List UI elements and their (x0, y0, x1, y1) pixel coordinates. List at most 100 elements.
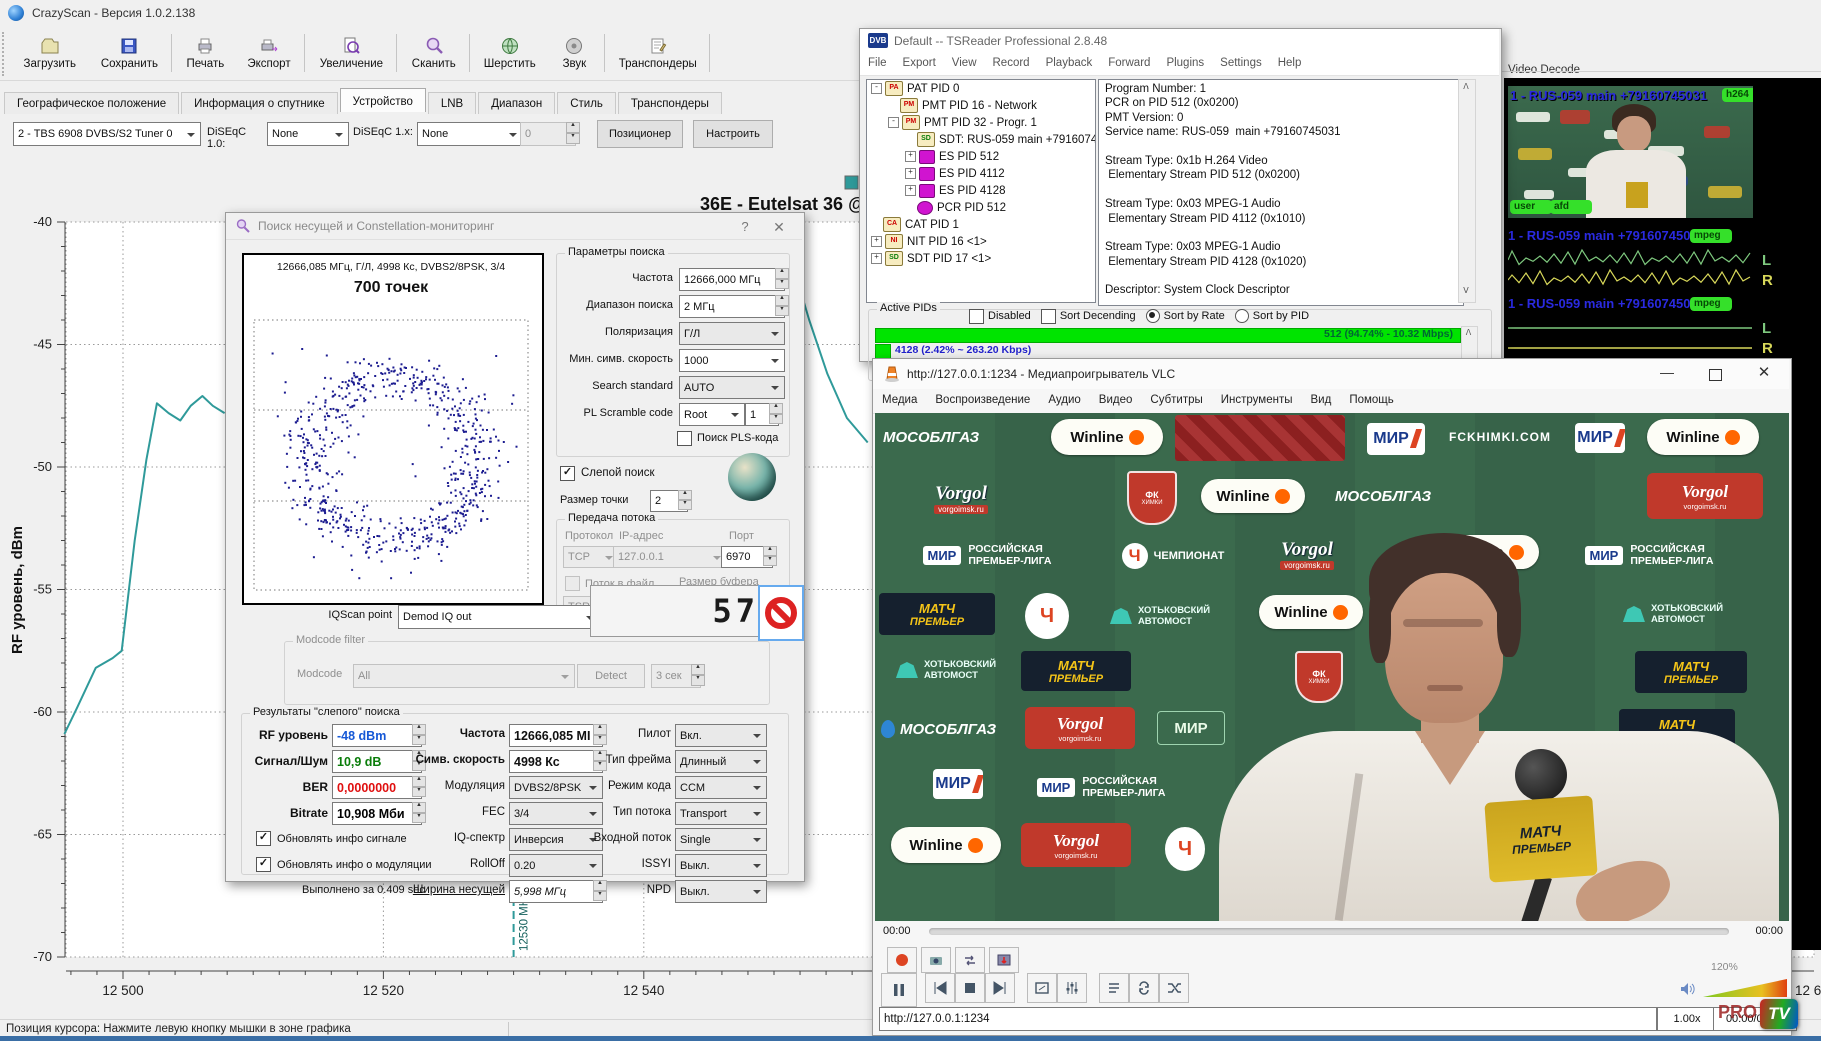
param-field-0[interactable]: 12666,000 МГц (679, 268, 785, 291)
param-spinner-0[interactable]: ▲▼ (775, 268, 789, 289)
param-extra-spinner-5[interactable]: ▲▼ (769, 403, 783, 424)
menu-playback[interactable]: Playback (1038, 53, 1101, 75)
fullscreen-button[interactable] (1027, 973, 1057, 1003)
configure-button[interactable]: Настроить (693, 120, 773, 148)
pid-bar-row[interactable]: 4128 (2.42% ~ 263.20 Kbps) (875, 344, 1459, 358)
diseqc10-select[interactable]: None (267, 122, 349, 146)
close-icon[interactable]: ✕ (1739, 359, 1789, 389)
dialog-close-button[interactable]: ✕ (764, 217, 794, 237)
dialog-titlebar[interactable]: Поиск несущей и Constellation-мониторинг… (226, 213, 802, 240)
pause-button[interactable] (881, 973, 917, 1007)
positioner-steps-spinner[interactable]: ▲▼ (566, 122, 580, 144)
vlc-menu-субтитры[interactable]: Субтитры (1141, 389, 1211, 413)
collapse-toggle-icon[interactable]: - (888, 117, 899, 128)
diseqc1x-select[interactable]: None (417, 122, 523, 146)
loop-ab-button[interactable] (955, 947, 985, 973)
frame-step-button[interactable] (989, 947, 1019, 973)
menu-settings[interactable]: Settings (1212, 53, 1270, 75)
menu-forward[interactable]: Forward (1100, 53, 1158, 75)
toolbar-button-save-floppy[interactable]: Сохранить (92, 30, 168, 76)
tab-транспондеры[interactable]: Транспондеры (618, 92, 722, 114)
scroll-up-icon[interactable]: ᐱ (1460, 82, 1472, 94)
menu-view[interactable]: View (944, 53, 985, 75)
param-field-1[interactable]: 2 МГц (679, 295, 785, 318)
menu-help[interactable]: Help (1270, 53, 1310, 75)
loop-button[interactable] (1129, 973, 1159, 1003)
extended-settings-button[interactable] (1057, 973, 1087, 1003)
pid-bar-row[interactable]: 512 (94.74% - 10.32 Mbps) (875, 328, 1459, 342)
expand-toggle-icon[interactable]: + (871, 236, 882, 247)
vlc-menu-инструменты[interactable]: Инструменты (1212, 389, 1302, 413)
vlc-menu-аудио[interactable]: Аудио (1039, 389, 1089, 413)
toolbar-button-sound-disc[interactable]: Звук (548, 30, 600, 76)
expand-toggle-icon[interactable]: + (871, 253, 882, 264)
tree-item-es-pid-512[interactable]: +ES PID 512 (867, 148, 1095, 165)
result3-select-2[interactable]: CCM (675, 776, 767, 799)
disabled-checkbox[interactable]: Disabled (969, 309, 1031, 324)
tsreader-titlebar[interactable]: DVBDefault -- TSReader Professional 2.8.… (860, 29, 1499, 53)
pids-scroll-up-icon[interactable]: ᐱ (1463, 328, 1474, 339)
tree-item-cat-pid-1[interactable]: CACAT PID 1 (867, 216, 1095, 233)
param-field-2[interactable]: Г/Л (679, 322, 785, 345)
vlc-menu-медиа[interactable]: Медиа (873, 389, 926, 413)
dialog-help-button[interactable]: ? (731, 217, 759, 237)
stop-button[interactable] (955, 973, 985, 1003)
tree-item-es-pid-4128[interactable]: +ES PID 4128 (867, 182, 1095, 199)
result3-select-4[interactable]: Single (675, 828, 767, 851)
menu-record[interactable]: Record (985, 53, 1038, 75)
result3-select-1[interactable]: Длинный (675, 750, 767, 773)
tab-диапазон[interactable]: Диапазон (478, 92, 555, 114)
dot-size-spinner[interactable]: ▲▼ (678, 490, 692, 510)
param-spinner-1[interactable]: ▲▼ (775, 295, 789, 316)
vlc-menu-вид[interactable]: Вид (1302, 389, 1341, 413)
param-field-3[interactable]: 1000 (679, 349, 785, 372)
tab-информация-о-спутнике[interactable]: Информация о спутнике (181, 92, 338, 114)
next-button[interactable] (985, 973, 1015, 1003)
minimize-icon[interactable]: — (1643, 359, 1691, 389)
toolbar-button-print[interactable]: Печать (177, 30, 233, 76)
toolbar-button-transponders-notepad[interactable]: Транспондеры (610, 30, 705, 76)
positioner-button[interactable]: Позиционер (597, 120, 683, 148)
toolbar-button-export[interactable]: Экспорт (238, 30, 301, 76)
previous-button[interactable] (925, 973, 955, 1003)
playback-rate-box[interactable]: 1.00x (1657, 1007, 1717, 1031)
video-surface[interactable]: МОСОБЛГАЗWinlineМИРFCKHIMKI.COMМИРWinlin… (875, 413, 1789, 921)
tree-item-sdt-rus-059-main-7916074[interactable]: SDSDT: RUS-059 main +79160745 (867, 131, 1095, 148)
tab-географическое-положение[interactable]: Географическое положение (4, 92, 179, 114)
playlist-button[interactable] (1099, 973, 1129, 1003)
tab-стиль[interactable]: Стиль (557, 92, 616, 114)
tree-item-es-pid-4112[interactable]: +ES PID 4112 (867, 165, 1095, 182)
sort-by-pid-radio[interactable]: Sort by PID (1235, 309, 1309, 323)
toolbar-button-scan-magnifier[interactable]: Сканить (402, 30, 465, 76)
port-spinner[interactable]: ▲▼ (763, 546, 777, 566)
volume-slider[interactable] (1703, 979, 1787, 997)
vlc-menu-видео[interactable]: Видео (1090, 389, 1142, 413)
toolbar-button-globe-scan[interactable]: Шерстить (475, 30, 544, 76)
shuffle-button[interactable] (1159, 973, 1189, 1003)
param-field-5[interactable]: Root (679, 403, 745, 426)
detect-button[interactable]: Detect (577, 664, 645, 688)
address-field[interactable]: http://127.0.0.1:1234 (879, 1007, 1657, 1031)
constellation-plot[interactable] (253, 319, 529, 591)
result3-select-0[interactable]: Вкл. (675, 724, 767, 747)
snapshot-button[interactable] (921, 947, 951, 973)
toolbar-button-open-folder[interactable]: Загрузить (12, 30, 88, 76)
interval-spinner[interactable]: ▲▼ (691, 664, 705, 686)
vlc-titlebar[interactable]: http://127.0.0.1:1234 - Медиапроигрывате… (873, 359, 1789, 389)
collapse-toggle-icon[interactable]: - (871, 83, 882, 94)
info-scrollbar[interactable]: ᐱᐯ (1458, 79, 1476, 303)
sort-by-rate-radio[interactable]: Sort by Rate (1146, 309, 1225, 323)
tree-item-pmt-pid-32-progr-1[interactable]: -PMPMT PID 32 - Progr. 1 (867, 114, 1095, 131)
pls-search-checkbox[interactable]: Поиск PLS-кода (677, 430, 787, 446)
tree-item-nit-pid-16-1-[interactable]: +NINIT PID 16 <1> (867, 233, 1095, 250)
tuner-select[interactable]: 2 - TBS 6908 DVBS/S2 Tuner 0 (13, 122, 201, 146)
stop-search-button[interactable] (758, 585, 804, 641)
scroll-down-icon[interactable]: ᐯ (1460, 286, 1472, 298)
tab-lnb[interactable]: LNB (428, 92, 476, 114)
modcode-select[interactable]: All (353, 664, 575, 688)
menu-plugins[interactable]: Plugins (1158, 53, 1212, 75)
expand-toggle-icon[interactable]: + (905, 151, 916, 162)
tree-item-sdt-pid-17-1-[interactable]: +SDSDT PID 17 <1> (867, 250, 1095, 267)
vlc-menu-воспроизведение[interactable]: Воспроизведение (926, 389, 1039, 413)
tree-item-pmt-pid-16-network[interactable]: PMPMT PID 16 - Network (867, 97, 1095, 114)
